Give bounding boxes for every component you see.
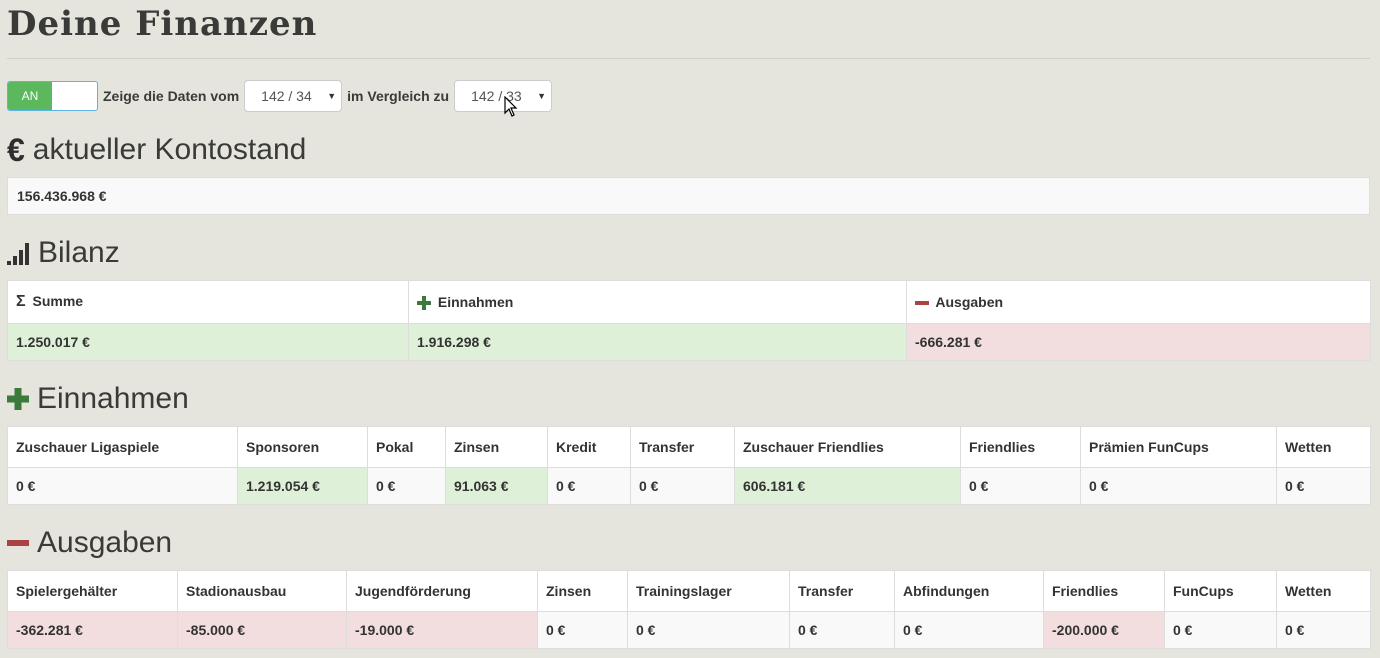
plus-icon [7,388,29,410]
table-cell: 0 € [537,611,628,649]
filter-toolbar: AN Zeige die Daten vom 142 / 34 ▼ im Ver… [7,80,553,112]
compare-label: im Vergleich zu [347,88,450,104]
table-cell: 1.219.054 € [237,467,368,505]
column-header-sum: Σ Summe [7,280,409,324]
table-cell: -200.000 € [1043,611,1165,649]
einnahmen-heading-text: Einnahmen [37,382,189,415]
page-title: Deine Finanzen [7,4,318,44]
bilanz-heading: Bilanz [7,235,120,271]
table-header-row: Zuschauer Ligaspiele Sponsoren Pokal Zin… [7,426,1371,468]
column-header: Transfer [630,426,735,468]
column-header: Jugendförderung [346,570,538,612]
expenses-value: -666.281 € [906,323,1371,361]
table-header-row: Spielergehälter Stadionausbau Jugendförd… [7,570,1371,612]
column-header: Spielergehälter [7,570,178,612]
toggle-on-label: AN [8,82,52,110]
column-header: Prämien FunCups [1080,426,1277,468]
title-divider [7,58,1370,59]
table-cell: 0 € [1276,467,1371,505]
ausgaben-heading-text: Ausgaben [37,526,173,559]
einnahmen-heading: Einnahmen [7,381,189,417]
kontostand-value: 156.436.968 € [17,188,107,204]
chevron-down-icon: ▼ [537,91,547,101]
table-cell: 0 € [789,611,895,649]
table-cell: 0 € [1080,467,1277,505]
income-value: 1.916.298 € [408,323,907,361]
kontostand-heading-text: aktueller Kontostand [32,133,307,166]
column-header: Pokal [367,426,446,468]
signal-bars-icon [7,241,30,265]
column-header: Zinsen [537,570,628,612]
season-select-value: 142 / 34 [261,88,312,104]
season-select[interactable]: 142 / 34 ▼ [244,80,343,112]
mouse-pointer-icon [504,96,518,117]
table-cell: 0 € [894,611,1044,649]
column-header: Abfindungen [894,570,1044,612]
column-header: Trainingslager [627,570,790,612]
chevron-down-icon: ▼ [327,91,337,101]
expenses-label: Ausgaben [935,293,1004,310]
table-cell: 0 € [367,467,446,505]
table-cell: -362.281 € [7,611,178,649]
column-header: Wetten [1276,570,1371,612]
show-data-label: Zeige die Daten vom [103,88,240,104]
table-cell: 0 € [627,611,790,649]
table-cell: -19.000 € [346,611,538,649]
table-cell: -85.000 € [177,611,347,649]
income-label: Einnahmen [437,293,514,310]
ausgaben-heading: Ausgaben [7,525,172,561]
column-header: Wetten [1276,426,1371,468]
ausgaben-table: Spielergehälter Stadionausbau Jugendförd… [7,570,1371,649]
column-header: FunCups [1164,570,1277,612]
bilanz-table: Σ Summe Einnahmen Ausgaben 1.250.017 € 1… [7,280,1371,361]
table-header-row: Σ Summe Einnahmen Ausgaben [7,280,1371,324]
table-row: 1.250.017 € 1.916.298 € -666.281 € [7,323,1371,361]
kontostand-heading: € aktueller Kontostand [7,132,306,168]
sum-value: 1.250.017 € [7,323,409,361]
bilanz-heading-text: Bilanz [38,236,120,269]
table-cell: 0 € [547,467,631,505]
column-header: Friendlies [1043,570,1165,612]
table-cell: 0 € [1164,611,1277,649]
sum-label: Summe [32,292,84,309]
column-header: Transfer [789,570,895,612]
column-header: Stadionausbau [177,570,347,612]
plus-icon [417,296,431,311]
column-header: Zuschauer Ligaspiele [7,426,238,468]
table-cell: 0 € [7,467,238,505]
column-header: Zinsen [445,426,548,468]
kontostand-box: 156.436.968 € [7,177,1370,215]
euro-icon: € [7,131,25,168]
column-header: Sponsoren [237,426,368,468]
sigma-icon: Σ [16,293,26,311]
table-row: -362.281 € -85.000 € -19.000 € 0 € 0 € 0… [7,611,1371,649]
table-cell: 606.181 € [734,467,961,505]
column-header-expenses: Ausgaben [906,280,1371,324]
table-cell: 91.063 € [445,467,548,505]
column-header: Friendlies [960,426,1081,468]
column-header: Zuschauer Friendlies [734,426,961,468]
minus-icon [7,532,29,554]
table-cell: 0 € [630,467,735,505]
compare-toggle[interactable]: AN [7,81,98,111]
column-header-income: Einnahmen [408,280,907,324]
column-header: Kredit [547,426,631,468]
einnahmen-table: Zuschauer Ligaspiele Sponsoren Pokal Zin… [7,426,1371,505]
table-row: 0 € 1.219.054 € 0 € 91.063 € 0 € 0 € 606… [7,467,1371,505]
table-cell: 0 € [1276,611,1371,649]
minus-icon [915,301,929,306]
table-cell: 0 € [960,467,1081,505]
